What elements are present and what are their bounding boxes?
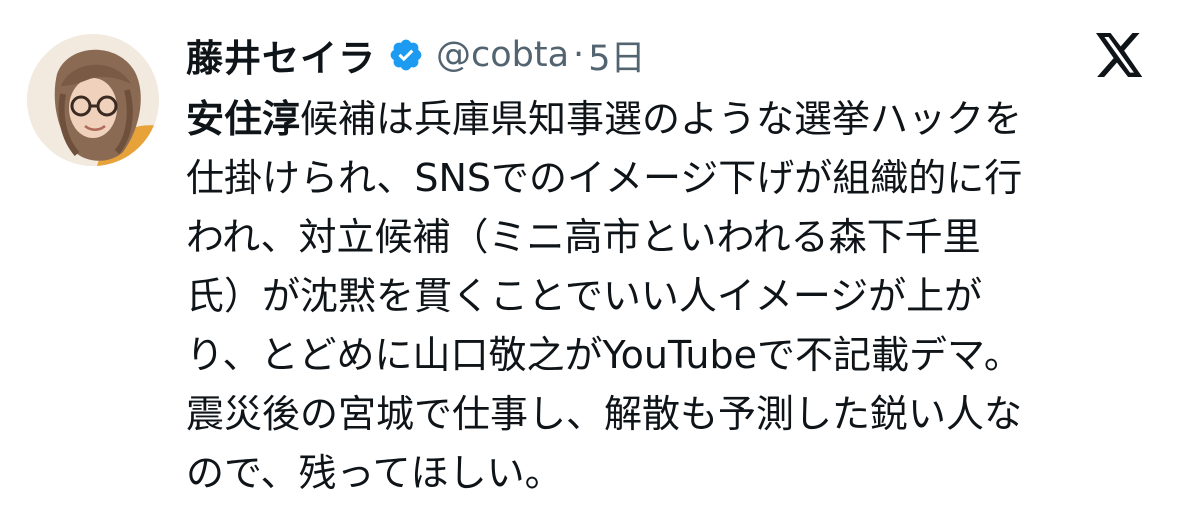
tweet-text-line: 氏）が沈黙を貫くことでいい人イメージが上が xyxy=(186,274,983,318)
author-handle[interactable]: @cobta xyxy=(436,35,569,75)
tweet-text-line: 震災後の宮城で仕事し、解散も予測した鋭い人な xyxy=(186,392,1023,436)
avatar[interactable] xyxy=(27,34,159,166)
tweet-text-bold: 安住淳 xyxy=(186,97,301,141)
separator-dot: · xyxy=(573,35,585,75)
tweet-header: 藤井セイラ @cobta · 5日 xyxy=(186,28,645,82)
tweet-text-segment: 候補は兵庫県知事選のような選挙ハックを xyxy=(300,97,1023,141)
tweet-text: 安住淳候補は兵庫県知事選のような選挙ハックを 仕掛けられ、SNSでのイメージ下げ… xyxy=(186,90,1126,503)
author-display-name[interactable]: 藤井セイラ xyxy=(186,28,376,82)
tweet-text-line: 安住淳候補は兵庫県知事選のような選挙ハックを xyxy=(186,90,1126,149)
avatar-image xyxy=(27,34,159,166)
tweet-text-line: ので、残ってほしい。 xyxy=(186,451,563,495)
verified-badge-icon xyxy=(388,37,424,73)
tweet-text-line: り、とどめに山口敬之がYouTubeで不記載デマ。 xyxy=(186,333,1022,377)
tweet-text-line: われ、対立候補（ミニ高市といわれる森下千里 xyxy=(186,215,981,259)
tweet-text-line: 仕掛けられ、SNSでのイメージ下げが組織的に行 xyxy=(186,156,1023,200)
x-logo-icon[interactable] xyxy=(1096,33,1144,77)
tweet-timestamp[interactable]: 5日 xyxy=(588,30,645,81)
